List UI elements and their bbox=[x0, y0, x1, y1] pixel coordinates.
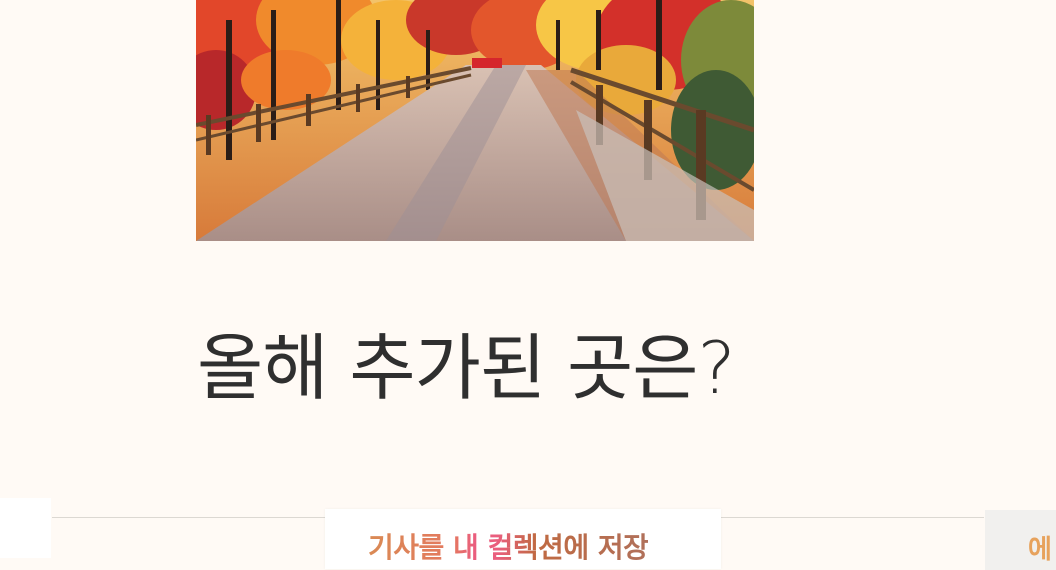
right-card[interactable]: 에 bbox=[985, 510, 1056, 570]
save-to-collection-button[interactable]: 기사를 내 컬렉션에 저장 bbox=[325, 509, 721, 569]
right-card-label: 에 bbox=[1028, 535, 1052, 565]
section-heading: 올해 추가된 곳은? bbox=[197, 326, 736, 410]
save-to-collection-label: 기사를 내 컬렉션에 저장 bbox=[368, 531, 649, 564]
hero-photo bbox=[196, 0, 754, 241]
left-card bbox=[0, 498, 51, 558]
autumn-path-illustration bbox=[196, 0, 754, 241]
